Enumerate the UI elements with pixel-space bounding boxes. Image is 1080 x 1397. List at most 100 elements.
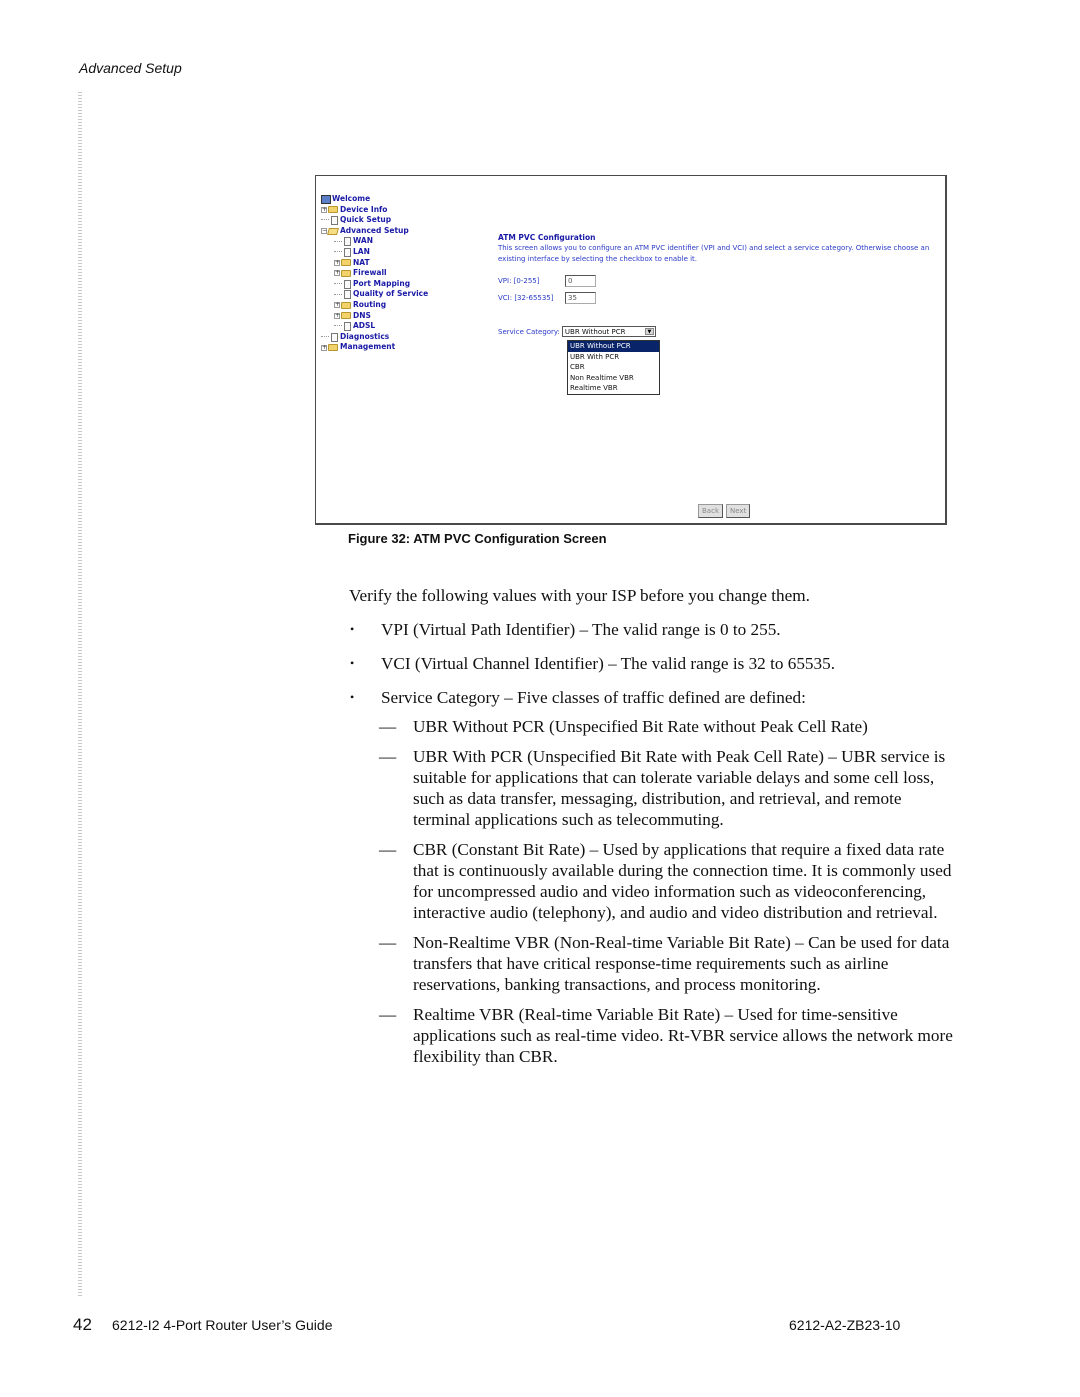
tree-item[interactable]: + Device Info xyxy=(321,205,428,216)
service-category-label: Service Category: xyxy=(498,327,560,336)
folder-icon xyxy=(341,269,351,277)
document-icon xyxy=(344,321,351,331)
document-icon xyxy=(331,215,338,225)
back-button[interactable]: Back xyxy=(698,504,723,518)
tree-item-label: Quality of Service xyxy=(353,289,429,299)
expand-icon[interactable]: + xyxy=(334,312,340,319)
tree-item-label: Diagnostics xyxy=(340,331,390,341)
tree-branch-line xyxy=(334,251,342,253)
service-class-text: Realtime VBR (Real-time Variable Bit Rat… xyxy=(413,1005,953,1066)
tree-item[interactable]: Port Mapping xyxy=(321,279,428,290)
body-text: Verify the following values with your IS… xyxy=(349,585,959,1076)
em-dash-marker: — xyxy=(379,933,397,952)
running-head: Advanced Setup xyxy=(79,60,182,76)
service-class-text: Non-Realtime VBR (Non-Real-time Variable… xyxy=(413,933,950,994)
margin-change-bar xyxy=(78,92,82,1297)
next-button[interactable]: Next xyxy=(726,504,751,518)
monitor-icon xyxy=(321,194,331,204)
tree-item[interactable]: Diagnostics xyxy=(321,332,428,343)
em-dash-marker: — xyxy=(379,840,397,859)
folder-open-icon xyxy=(327,227,339,235)
expand-icon[interactable]: + xyxy=(334,302,340,309)
tree-branch-line xyxy=(334,283,342,285)
folder-icon xyxy=(341,301,351,309)
em-dash-marker: — xyxy=(379,717,397,736)
tree-item[interactable]: + NAT xyxy=(321,258,428,269)
tree-item-label: Advanced Setup xyxy=(340,225,409,235)
tree-item-label: Port Mapping xyxy=(353,278,411,288)
tree-branch-line xyxy=(334,325,342,327)
tree-branch-line xyxy=(334,240,342,243)
vpi-input[interactable]: 0 xyxy=(565,274,596,287)
em-dash-marker: — xyxy=(379,747,397,766)
vci-input[interactable]: 35 xyxy=(565,291,596,304)
vci-row: VCI: [32-65535] 35 xyxy=(498,289,943,306)
service-class-text: CBR (Constant Bit Rate) – Used by applic… xyxy=(413,840,952,922)
service-category-row: Service Category: UBR Without PCR ▼ xyxy=(498,326,656,337)
atm-pvc-panel: ATM PVC Configuration This screen allows… xyxy=(498,233,943,306)
service-class-item: — Realtime VBR (Real-time Variable Bit Ra… xyxy=(349,1004,959,1067)
dropdown-option[interactable]: CBR xyxy=(568,362,659,373)
bullet-item: Service Category – Five classes of traff… xyxy=(349,687,959,708)
intro-paragraph: Verify the following values with your IS… xyxy=(349,586,810,605)
service-category-select[interactable]: UBR Without PCR ▼ xyxy=(561,326,656,337)
tree-item-label: Quick Setup xyxy=(340,215,392,225)
document-icon xyxy=(344,247,351,257)
service-class-item: — UBR Without PCR (Unspecified Bit Rate w… xyxy=(349,716,959,737)
folder-icon xyxy=(328,206,338,214)
bullet-item: VCI (Virtual Channel Identifier) – The v… xyxy=(349,653,959,674)
document-icon xyxy=(344,290,351,300)
tree-item[interactable]: + Management xyxy=(321,342,428,353)
tree-item[interactable]: + DNS xyxy=(321,311,428,322)
service-class-text: UBR Without PCR (Unspecified Bit Rate wi… xyxy=(413,717,868,736)
tree-item-label: Device Info xyxy=(340,204,388,214)
em-dash-marker: — xyxy=(379,1005,397,1024)
tree-item[interactable]: Welcome xyxy=(321,194,428,205)
folder-icon xyxy=(341,312,351,320)
dropdown-option[interactable]: Realtime VBR xyxy=(568,383,659,394)
figure-caption: Figure 32: ATM PVC Configuration Screen xyxy=(348,531,607,546)
tree-item[interactable]: − Advanced Setup xyxy=(321,226,428,237)
tree-item-label: WAN xyxy=(353,236,374,246)
navigation-tree: Welcome + Device Info Quick Setup − Advanced … xyxy=(321,194,428,353)
folder-icon xyxy=(328,344,338,352)
service-class-item: — CBR (Constant Bit Rate) – Used by appli… xyxy=(349,839,959,923)
expand-icon[interactable]: + xyxy=(321,344,327,351)
tree-item[interactable]: WAN xyxy=(321,236,428,247)
tree-item-label: Welcome xyxy=(332,194,371,203)
dropdown-option[interactable]: UBR With PCR xyxy=(568,352,659,363)
document-number: 6212-A2-ZB23-10 xyxy=(789,1317,901,1333)
tree-item[interactable]: LAN xyxy=(321,247,428,258)
guide-title: 6212-I2 4-Port Router User’s Guide xyxy=(112,1317,333,1333)
document-icon xyxy=(331,332,338,342)
tree-branch-line xyxy=(334,293,342,296)
tree-item[interactable]: + Firewall xyxy=(321,268,428,279)
tree-item[interactable]: Quick Setup xyxy=(321,215,428,226)
expand-icon[interactable]: + xyxy=(334,270,340,277)
service-class-list: — UBR Without PCR (Unspecified Bit Rate w… xyxy=(349,716,959,1067)
bullet-item: VPI (Virtual Path Identifier) – The vali… xyxy=(349,619,959,640)
tree-item[interactable]: + Routing xyxy=(321,300,428,311)
vpi-label: VPI: [0-255] xyxy=(498,276,540,285)
panel-title: ATM PVC Configuration xyxy=(498,233,596,242)
tree-item-label: Firewall xyxy=(353,268,387,278)
tree-item-label: NAT xyxy=(353,257,370,267)
dropdown-option[interactable]: UBR Without PCR xyxy=(568,341,659,352)
expand-icon[interactable]: + xyxy=(334,259,340,266)
chevron-down-icon[interactable]: ▼ xyxy=(644,328,654,335)
document-icon xyxy=(344,237,351,247)
vpi-row: VPI: [0-255] 0 xyxy=(498,272,943,289)
dropdown-option[interactable]: Non Realtime VBR xyxy=(568,373,659,384)
expand-icon[interactable]: + xyxy=(321,206,327,213)
page-number: 42 xyxy=(73,1315,92,1334)
wizard-buttons: Back Next xyxy=(698,504,751,518)
tree-item[interactable]: Quality of Service xyxy=(321,289,428,300)
service-category-value: UBR Without PCR xyxy=(564,327,626,336)
tree-item-label: Management xyxy=(340,342,396,352)
tree-item[interactable]: ADSL xyxy=(321,321,428,332)
document-icon xyxy=(344,279,351,289)
collapse-icon[interactable]: − xyxy=(321,228,327,235)
service-class-item: — UBR With PCR (Unspecified Bit Rate with… xyxy=(349,746,959,830)
tree-item-label: DNS xyxy=(353,310,371,320)
tree-item-label: ADSL xyxy=(353,321,376,331)
